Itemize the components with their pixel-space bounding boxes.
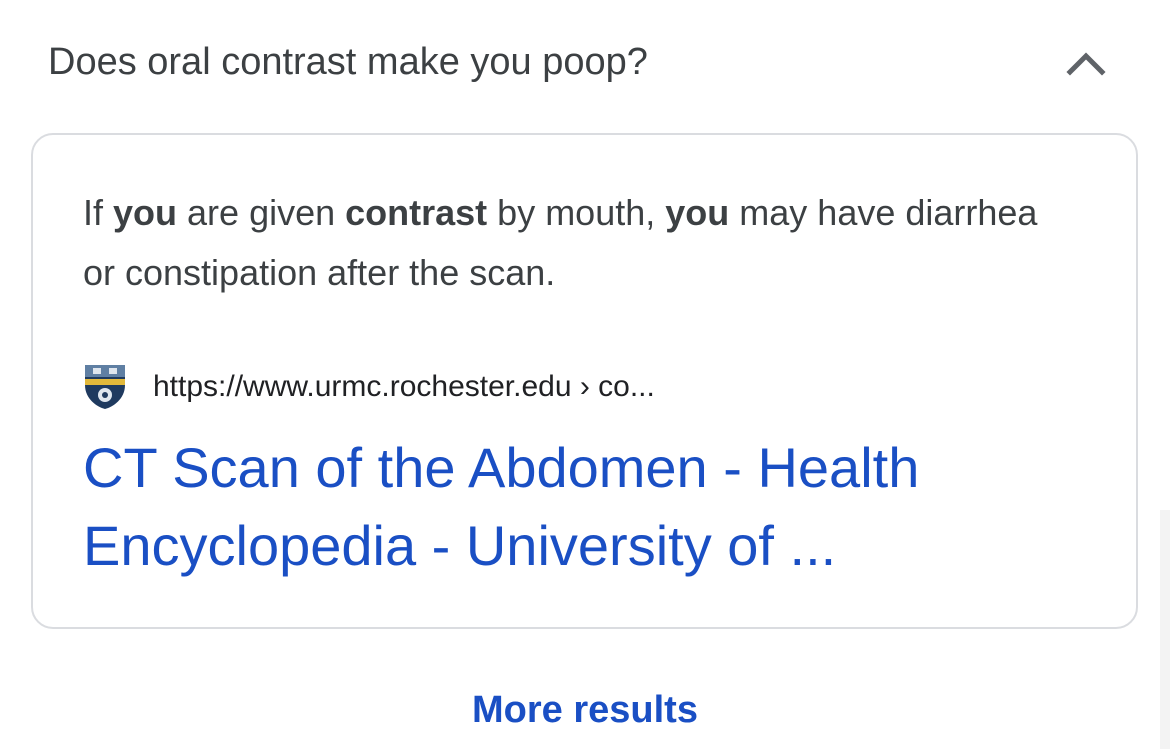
result-title-link[interactable]: CT Scan of the Abdomen - Health Encyclop… (83, 429, 1093, 585)
snippet-part: are given (177, 192, 346, 233)
snippet-bold: contrast (345, 192, 488, 233)
question-text: Does oral contrast make you poop? (48, 41, 648, 83)
snippet-bold: you (665, 192, 730, 233)
snippet-part: by mouth, (487, 192, 666, 233)
snippet-part: If (83, 192, 114, 233)
snippet-bold: you (113, 192, 178, 233)
chevron-up-icon[interactable] (1064, 44, 1108, 80)
question-row[interactable]: Does oral contrast make you poop? (0, 0, 1170, 126)
university-shield-icon (85, 365, 125, 409)
source-row[interactable]: https://www.urmc.rochester.edu › co... (81, 361, 1081, 411)
scrollbar-track (1160, 510, 1170, 749)
answer-snippet: If you are given contrast by mouth, you … (83, 183, 1073, 303)
more-results-button[interactable]: More results (0, 686, 1170, 734)
more-results-label: More results (472, 689, 698, 731)
answer-card: If you are given contrast by mouth, you … (31, 133, 1138, 629)
source-url[interactable]: https://www.urmc.rochester.edu › co... (153, 367, 655, 407)
